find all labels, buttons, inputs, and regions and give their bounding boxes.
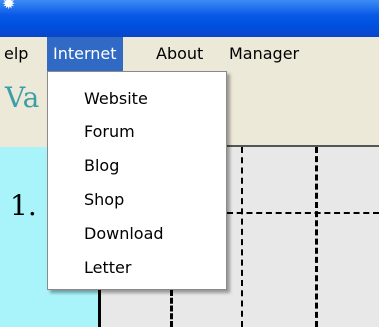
menu-item-download[interactable]: Download [84,220,164,248]
menu-item-blog[interactable]: Blog [84,152,119,180]
grid-divider-horizontal [227,212,379,214]
menu-internet[interactable]: Internet [47,37,123,71]
app-icon: ✹ [2,0,16,13]
row-number: 1. [10,189,37,222]
grid-divider-vertical [241,147,243,327]
menu-item-website[interactable]: Website [84,85,148,113]
title-bar: ✹ [0,0,379,37]
menu-help[interactable]: elp [0,37,34,71]
grid-divider-vertical [315,147,318,327]
menu-item-forum[interactable]: Forum [84,118,135,146]
grid-divider-vertical [170,290,173,327]
menu-item-shop[interactable]: Shop [84,186,124,214]
internet-dropdown-menu: Website Forum Blog Shop Download Letter [47,71,227,290]
menu-manager[interactable]: Manager [223,37,305,71]
menu-bar: elp Internet About Manager [0,37,379,71]
menu-item-letter[interactable]: Letter [84,254,131,282]
page-heading: Va [5,81,40,114]
menu-about[interactable]: About [150,37,209,71]
